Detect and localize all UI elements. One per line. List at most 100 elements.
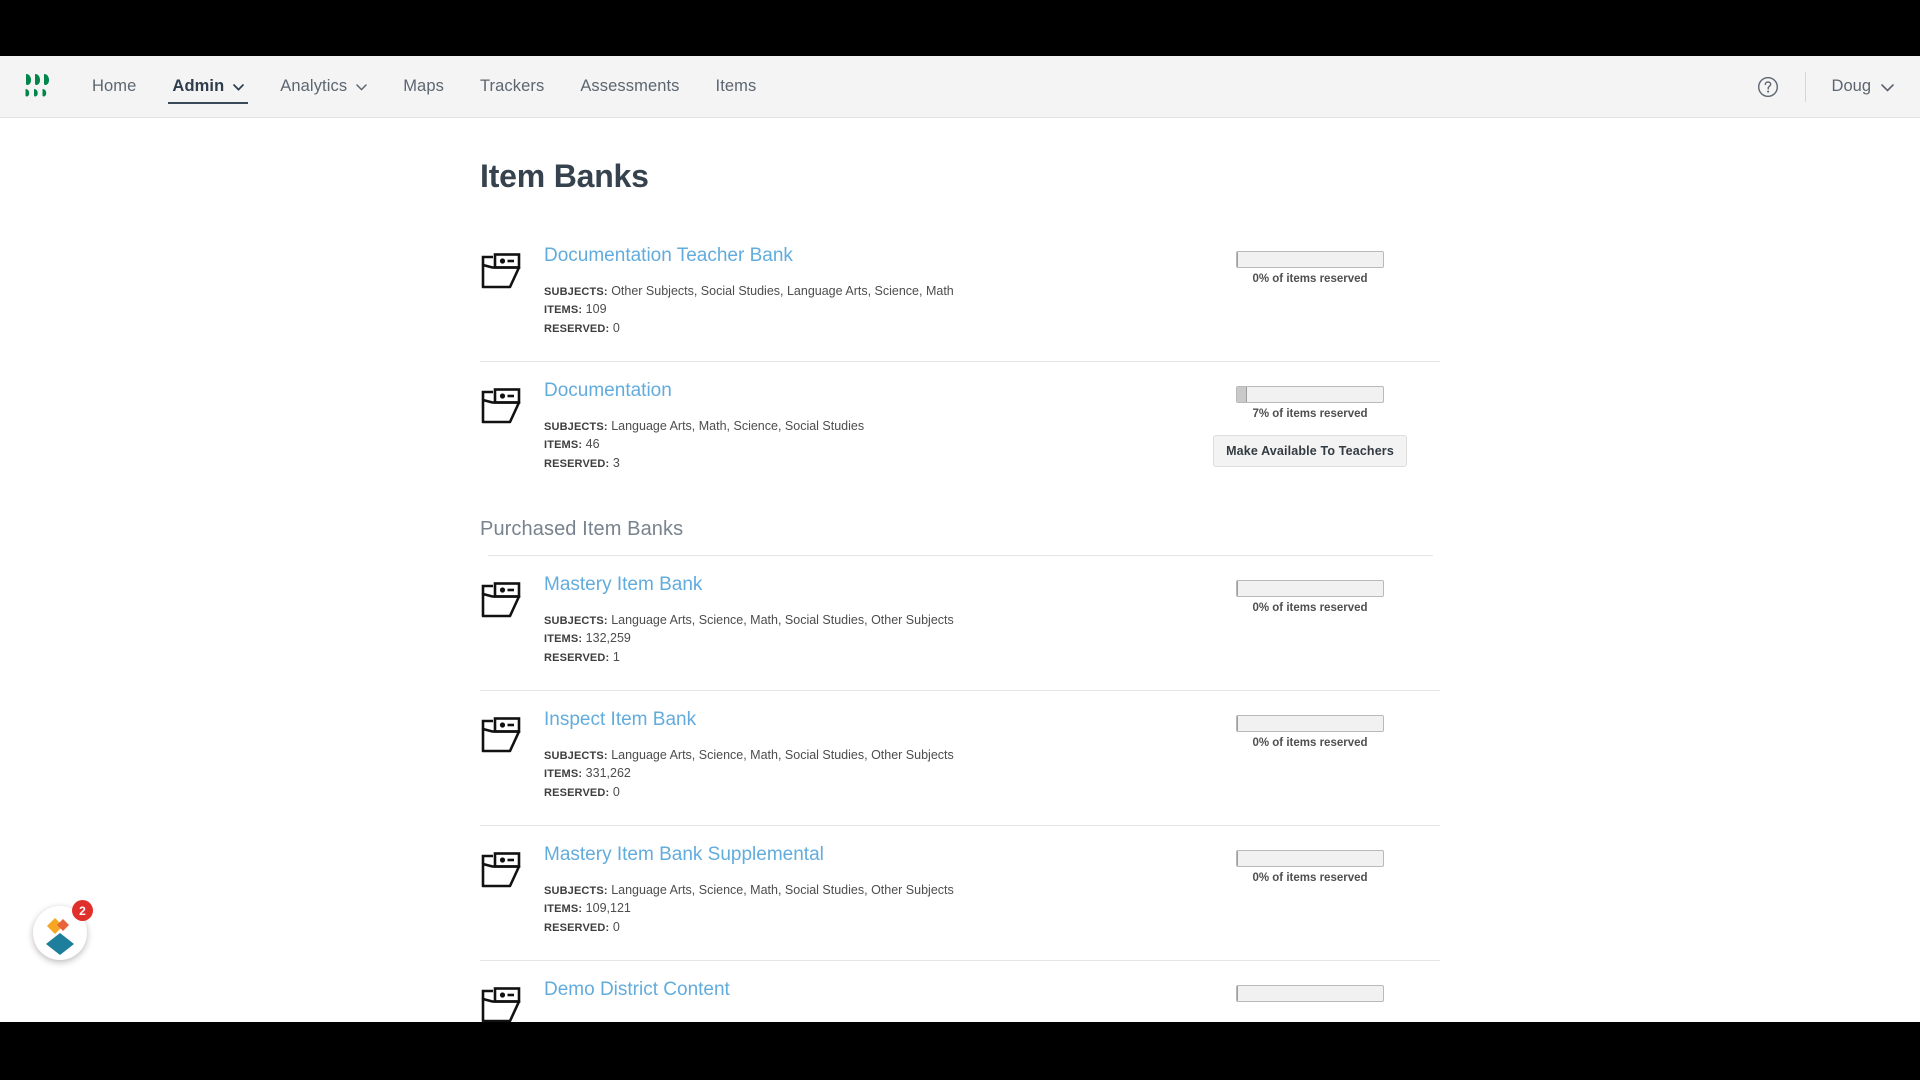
reserved-progress-bar — [1236, 386, 1384, 404]
meta-label-subjects: SUBJECTS: — [544, 884, 608, 897]
chevron-down-icon — [356, 84, 367, 91]
meta-label-items: ITEMS: — [544, 633, 583, 646]
nav-item-home[interactable]: Home — [74, 56, 154, 118]
page-content: Item Banks Documentation Teacher Bank SUB… — [0, 118, 1920, 1022]
meta-items: ITEMS: 109 — [544, 302, 1180, 317]
item-bank-body: Mastery Item Bank Supplemental SUBJECTS: … — [544, 844, 1180, 938]
meta-value-reserved: 0 — [612, 784, 620, 799]
meta-value-items: 331,262 — [585, 766, 631, 781]
meta-value-reserved: 0 — [612, 320, 620, 335]
meta-value-items: 109 — [585, 302, 607, 317]
item-bank-body: Documentation SUBJECTS: Language Arts, Ma… — [544, 380, 1180, 474]
meta-value-items: 109,121 — [585, 901, 631, 916]
make-available-to-teachers-button[interactable]: Make Available To Teachers — [1213, 435, 1407, 468]
item-bank-meta: SUBJECTS: Other Subjects, Social Studies… — [544, 284, 1180, 336]
nav-separator — [1804, 71, 1806, 102]
nav-item-analytics[interactable]: Analytics — [262, 56, 385, 118]
meta-value-subjects: Language Arts, Math, Science, Social Stu… — [611, 418, 865, 433]
meta-value-subjects: Language Arts, Science, Math, Social Stu… — [611, 612, 954, 627]
chevron-down-icon — [1881, 84, 1894, 92]
nav-item-label: Assessments — [580, 77, 680, 95]
item-bank-row: Demo District Content — [480, 960, 1440, 1022]
meta-label-items: ITEMS: — [544, 903, 583, 916]
nav-item-label: Maps — [403, 77, 444, 95]
meta-label-subjects: SUBJECTS: — [544, 285, 608, 298]
meta-label-reserved: RESERVED: — [544, 322, 610, 335]
meta-subjects: SUBJECTS: Language Arts, Math, Science, … — [544, 419, 1180, 434]
user-menu[interactable]: Doug — [1831, 77, 1894, 96]
nav-item-label: Home — [92, 77, 137, 95]
nav-item-maps[interactable]: Maps — [385, 56, 462, 118]
item-bank-row: Documentation Teacher Bank SUBJECTS: Othe… — [480, 227, 1440, 361]
nav-item-admin[interactable]: Admin — [154, 56, 262, 118]
support-chat-widget[interactable]: 2 — [33, 900, 93, 960]
item-bank-body: Documentation Teacher Bank SUBJECTS: Othe… — [544, 245, 1180, 339]
item-bank-body: Inspect Item Bank SUBJECTS: Language Arts… — [544, 709, 1180, 803]
section-heading-purchased: Purchased Item Banks — [480, 518, 684, 541]
reserved-progress-bar — [1236, 985, 1384, 1003]
meta-value-items: 132,259 — [585, 631, 631, 646]
reserved-progress-label: 0% of items reserved — [1252, 737, 1368, 750]
letterbox-top-bar — [0, 0, 1920, 56]
product-logo[interactable] — [22, 72, 56, 102]
folder-icon — [480, 574, 526, 624]
meta-label-items: ITEMS: — [544, 768, 583, 781]
reserved-progress-bar — [1236, 850, 1384, 868]
meta-subjects: SUBJECTS: Language Arts, Science, Math, … — [544, 883, 1180, 898]
meta-subjects: SUBJECTS: Other Subjects, Social Studies… — [544, 284, 1180, 299]
browser-viewport: Home Admin Analytics Maps Trackers Asses… — [0, 56, 1920, 1022]
user-menu-label: Doug — [1831, 77, 1871, 95]
item-bank-body: Demo District Content — [544, 979, 1180, 1002]
meta-label-reserved: RESERVED: — [544, 651, 610, 664]
meta-reserved: RESERVED: 0 — [544, 785, 1180, 800]
item-bank-meta: SUBJECTS: Language Arts, Math, Science, … — [544, 419, 1180, 471]
folder-icon — [480, 380, 526, 430]
item-bank-row: Inspect Item Bank SUBJECTS: Language Arts… — [480, 690, 1440, 825]
item-bank-name-link[interactable]: Mastery Item Bank — [544, 574, 702, 597]
meta-items: ITEMS: 46 — [544, 437, 1180, 452]
item-bank-name-link[interactable]: Mastery Item Bank Supplemental — [544, 844, 824, 867]
chevron-down-icon — [233, 84, 245, 91]
item-bank-meta: SUBJECTS: Language Arts, Science, Math, … — [544, 613, 1180, 665]
nav-item-assessments[interactable]: Assessments — [562, 56, 697, 118]
item-bank-reservation-panel — [1180, 979, 1440, 1003]
nav-item-label: Analytics — [280, 77, 348, 95]
meta-value-reserved: 1 — [612, 649, 620, 664]
item-bank-reservation-panel: 7% of items reserved Make Available To Te… — [1180, 380, 1440, 468]
item-bank-name-link[interactable]: Documentation Teacher Bank — [544, 245, 793, 268]
meta-items: ITEMS: 331,262 — [544, 766, 1180, 781]
meta-subjects: SUBJECTS: Language Arts, Science, Math, … — [544, 613, 1180, 628]
purchased-item-bank-list: Mastery Item Bank SUBJECTS: Language Arts… — [480, 556, 1440, 1022]
meta-label-reserved: RESERVED: — [544, 457, 610, 470]
meta-reserved: RESERVED: 3 — [544, 456, 1180, 471]
meta-label-subjects: SUBJECTS: — [544, 614, 608, 627]
meta-subjects: SUBJECTS: Language Arts, Science, Math, … — [544, 748, 1180, 763]
reserved-progress-label: 0% of items reserved — [1252, 273, 1368, 285]
item-bank-name-link[interactable]: Inspect Item Bank — [544, 709, 696, 732]
nav-item-trackers[interactable]: Trackers — [462, 56, 562, 118]
meta-label-subjects: SUBJECTS: — [544, 420, 608, 433]
item-bank-meta: SUBJECTS: Language Arts, Science, Math, … — [544, 883, 1180, 935]
nav-item-items[interactable]: Items — [698, 56, 775, 118]
meta-value-items: 46 — [585, 437, 600, 452]
question-circle-icon[interactable] — [1757, 76, 1779, 98]
reserved-progress-bar — [1236, 715, 1384, 733]
item-bank-name-link[interactable]: Documentation — [544, 380, 672, 403]
item-bank-row: Documentation SUBJECTS: Language Arts, Ma… — [480, 361, 1440, 496]
meta-items: ITEMS: 132,259 — [544, 631, 1180, 646]
meta-label-subjects: SUBJECTS: — [544, 749, 608, 762]
letterbox-bottom-bar — [0, 1022, 1920, 1080]
meta-label-items: ITEMS: — [544, 439, 583, 452]
primary-nav: Home Admin Analytics Maps Trackers Asses… — [74, 56, 774, 118]
reserved-progress-label: 0% of items reserved — [1252, 602, 1368, 615]
owned-item-bank-list: Documentation Teacher Bank SUBJECTS: Othe… — [480, 195, 1440, 496]
nav-item-label: Admin — [172, 77, 225, 95]
nav-right-cluster: Doug — [1757, 71, 1894, 102]
meta-label-reserved: RESERVED: — [544, 921, 610, 934]
meta-reserved: RESERVED: 1 — [544, 650, 1180, 665]
reserved-progress-bar — [1236, 580, 1384, 598]
item-bank-name-link[interactable]: Demo District Content — [544, 979, 730, 1002]
item-bank-reservation-panel: 0% of items reserved — [1180, 844, 1440, 884]
item-bank-body: Mastery Item Bank SUBJECTS: Language Arts… — [544, 574, 1180, 668]
meta-label-items: ITEMS: — [544, 304, 583, 317]
